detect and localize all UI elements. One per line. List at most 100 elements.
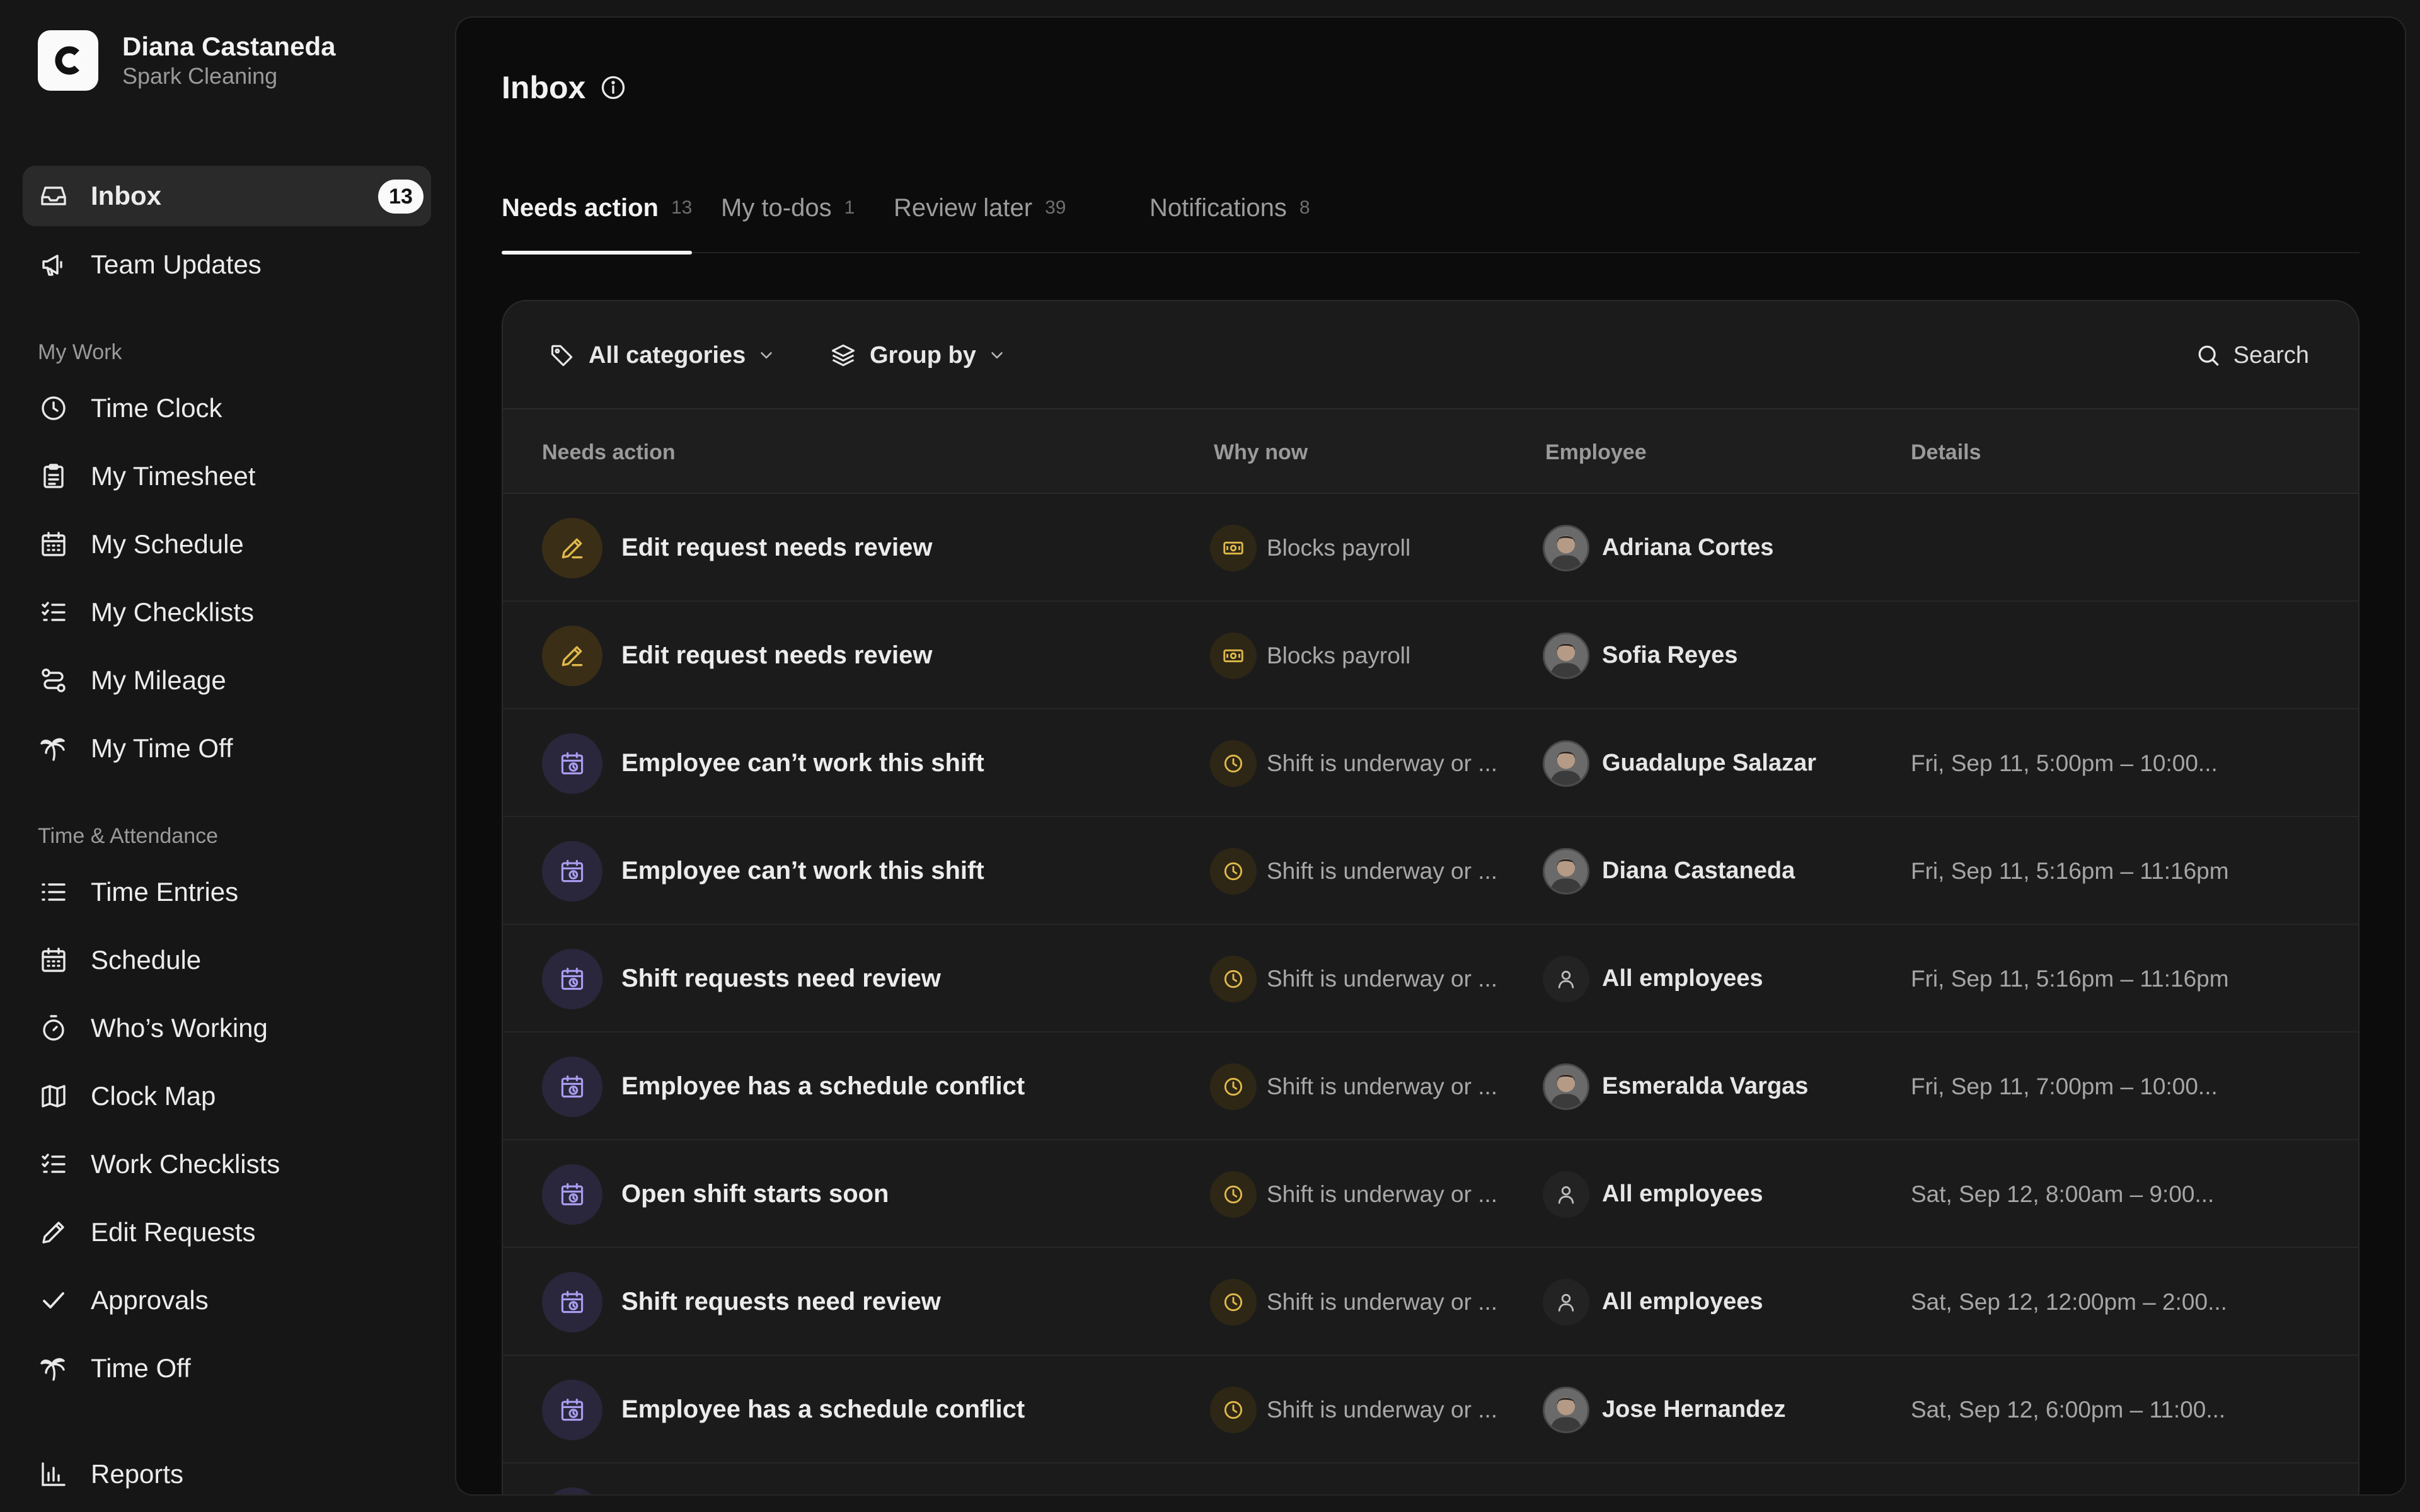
tab-my-todos[interactable]: My to-dos 1 — [721, 175, 855, 253]
employee-name: Sofia Reyes — [1602, 642, 1738, 668]
company-logo — [38, 30, 98, 91]
details-text: Sat, Sep 12, 12:00pm – 2:00... — [1911, 1288, 2227, 1315]
why-now-cell: Shift is underway or ... — [1210, 1033, 1497, 1140]
why-now-cell: Shift is underway or ... — [1210, 925, 1497, 1033]
sidebar-item-label: My Schedule — [91, 529, 244, 559]
active-tab-indicator — [502, 251, 693, 255]
employee-name: Guadalupe Salazar — [1602, 750, 1817, 776]
sidebar-item-inbox[interactable]: Inbox 13 — [23, 166, 431, 226]
sidebar-item-label: My Mileage — [91, 665, 226, 695]
calendar-clock-icon — [542, 1271, 602, 1332]
details-cell: Fri, Sep 11, 7:00pm – 10:00... — [1911, 1033, 2218, 1140]
table-row[interactable]: Employee has a schedule conflict Shift i… — [503, 1033, 2358, 1140]
column-header-employee: Employee — [1545, 440, 1647, 464]
action-cell: Open shift starts soon — [542, 1140, 889, 1248]
employee-name: All employees — [1602, 1288, 1763, 1315]
sidebar-item-schedule[interactable]: Schedule — [23, 930, 431, 990]
sidebar-item-label: My Checklists — [91, 597, 255, 627]
categories-filter-label: All categories — [589, 341, 746, 369]
all-employees-avatar — [1543, 1171, 1589, 1218]
palm-tree-icon — [38, 1353, 69, 1384]
page-title: Inbox — [502, 53, 627, 122]
table-row[interactable]: Shift requests need review Shift is unde… — [503, 925, 2358, 1033]
table-row[interactable]: Shift requests need review Shift is unde… — [503, 1248, 2358, 1356]
categories-filter-button[interactable]: All categories — [548, 335, 776, 375]
employee-cell: Sofia Reyes — [1543, 602, 1737, 709]
account-switcher[interactable]: Diana Castaneda Spark Cleaning — [38, 30, 335, 91]
sidebar-item-my-mileage[interactable]: My Mileage — [23, 650, 431, 711]
megaphone-icon — [38, 249, 69, 280]
sidebar-item-work-checklists[interactable]: Work Checklists — [23, 1134, 431, 1194]
clock-icon — [1210, 1063, 1257, 1110]
clock-icon — [1210, 1494, 1257, 1496]
sidebar-item-label: Time Entries — [91, 877, 239, 907]
employee-cell: Esmeralda Vargas — [1543, 1033, 1808, 1140]
table-row[interactable]: Employee can’t work this shift Shift is … — [503, 817, 2358, 925]
table-row[interactable]: Edit request needs review Blocks payroll… — [503, 602, 2358, 709]
inbox-tabs: Needs action 13 My to-dos 1 Review later… — [502, 175, 2360, 255]
sidebar-item-label: Schedule — [91, 945, 202, 975]
action-title: Open shift starts soon — [621, 1180, 889, 1208]
employee-cell: All employees — [1543, 925, 1763, 1033]
table-row[interactable] — [503, 1463, 2358, 1496]
search-button[interactable]: Search — [2194, 335, 2309, 375]
sidebar-item-label: Edit Requests — [91, 1217, 256, 1247]
sidebar-item-edit-requests[interactable]: Edit Requests — [23, 1202, 431, 1263]
employee-name: Esmeralda Vargas — [1602, 1073, 1809, 1099]
tab-needs-action[interactable]: Needs action 13 — [502, 175, 693, 255]
clock-icon — [1210, 847, 1257, 895]
clock-icon — [1210, 1386, 1257, 1433]
sidebar-item-my-time-off[interactable]: My Time Off — [23, 718, 431, 779]
sidebar-item-label: Work Checklists — [91, 1149, 280, 1179]
tab-count: 39 — [1045, 197, 1066, 218]
sidebar-item-my-timesheet[interactable]: My Timesheet — [23, 446, 431, 507]
table-row[interactable]: Edit request needs review Blocks payroll… — [503, 494, 2358, 602]
tab-review-later[interactable]: Review later 39 — [894, 175, 1066, 253]
group-by-button[interactable]: Group by — [829, 335, 1006, 375]
route-icon — [38, 665, 69, 696]
why-now-cell: Blocks payroll — [1210, 494, 1410, 602]
details-cell: Sat, Sep 12, 12:00pm – 2:00... — [1911, 1248, 2227, 1356]
why-now-cell: Shift is underway or ... — [1210, 1140, 1497, 1248]
action-cell: Edit request needs review — [542, 602, 933, 709]
employee-name: Diana Castaneda — [1602, 857, 1795, 884]
action-items-list: Edit request needs review Blocks payroll… — [503, 494, 2358, 1496]
sidebar-item-my-checklists[interactable]: My Checklists — [23, 582, 431, 643]
sidebar-item-time-off[interactable]: Time Off — [23, 1338, 431, 1399]
sidebar-item-team-updates[interactable]: Team Updates — [23, 234, 431, 295]
group-by-label: Group by — [870, 341, 976, 369]
sidebar-item-clock-map[interactable]: Clock Map — [23, 1066, 431, 1126]
payroll-icon — [1210, 632, 1257, 679]
sidebar-item-my-schedule[interactable]: My Schedule — [23, 514, 431, 575]
tab-count: 8 — [1299, 197, 1310, 218]
why-now-text: Shift is underway or ... — [1267, 1073, 1498, 1099]
map-icon — [38, 1080, 69, 1112]
calendar-clock-icon — [542, 1379, 602, 1440]
employee-cell — [1543, 1463, 1602, 1494]
tab-notifications[interactable]: Notifications 8 — [1150, 175, 1310, 253]
employee-name: All employees — [1602, 965, 1763, 992]
sidebar-item-reports[interactable]: Reports — [23, 1444, 431, 1504]
sidebar-item-approvals[interactable]: Approvals — [23, 1270, 431, 1331]
sidebar-item-whos-working[interactable]: Who’s Working — [23, 998, 431, 1058]
action-title: Edit request needs review — [621, 641, 933, 669]
employee-name: Adriana Cortes — [1602, 534, 1774, 561]
sidebar-item-time-entries[interactable]: Time Entries — [23, 862, 431, 922]
sidebar-item-time-clock[interactable]: Time Clock — [23, 378, 431, 438]
sidebar-item-label: Time Clock — [91, 393, 222, 423]
table-row[interactable]: Employee has a schedule conflict Shift i… — [503, 1356, 2358, 1463]
stopwatch-icon — [38, 1012, 69, 1044]
table-row[interactable]: Employee can’t work this shift Shift is … — [503, 709, 2358, 817]
tab-label: Notifications — [1150, 193, 1287, 222]
info-icon[interactable] — [599, 74, 627, 101]
company-name: Spark Cleaning — [122, 63, 278, 89]
tag-icon — [548, 341, 576, 369]
table-row[interactable]: Open shift starts soon Shift is underway… — [503, 1140, 2358, 1248]
tab-label: My to-dos — [721, 193, 832, 222]
sidebar-item-label: Reports — [91, 1459, 184, 1489]
action-title: Edit request needs review — [621, 534, 933, 561]
calendar-clock-icon — [542, 840, 602, 902]
sidebar-item-label: My Time Off — [91, 733, 233, 763]
pencil-icon — [542, 625, 602, 686]
all-employees-avatar — [1543, 1278, 1589, 1326]
